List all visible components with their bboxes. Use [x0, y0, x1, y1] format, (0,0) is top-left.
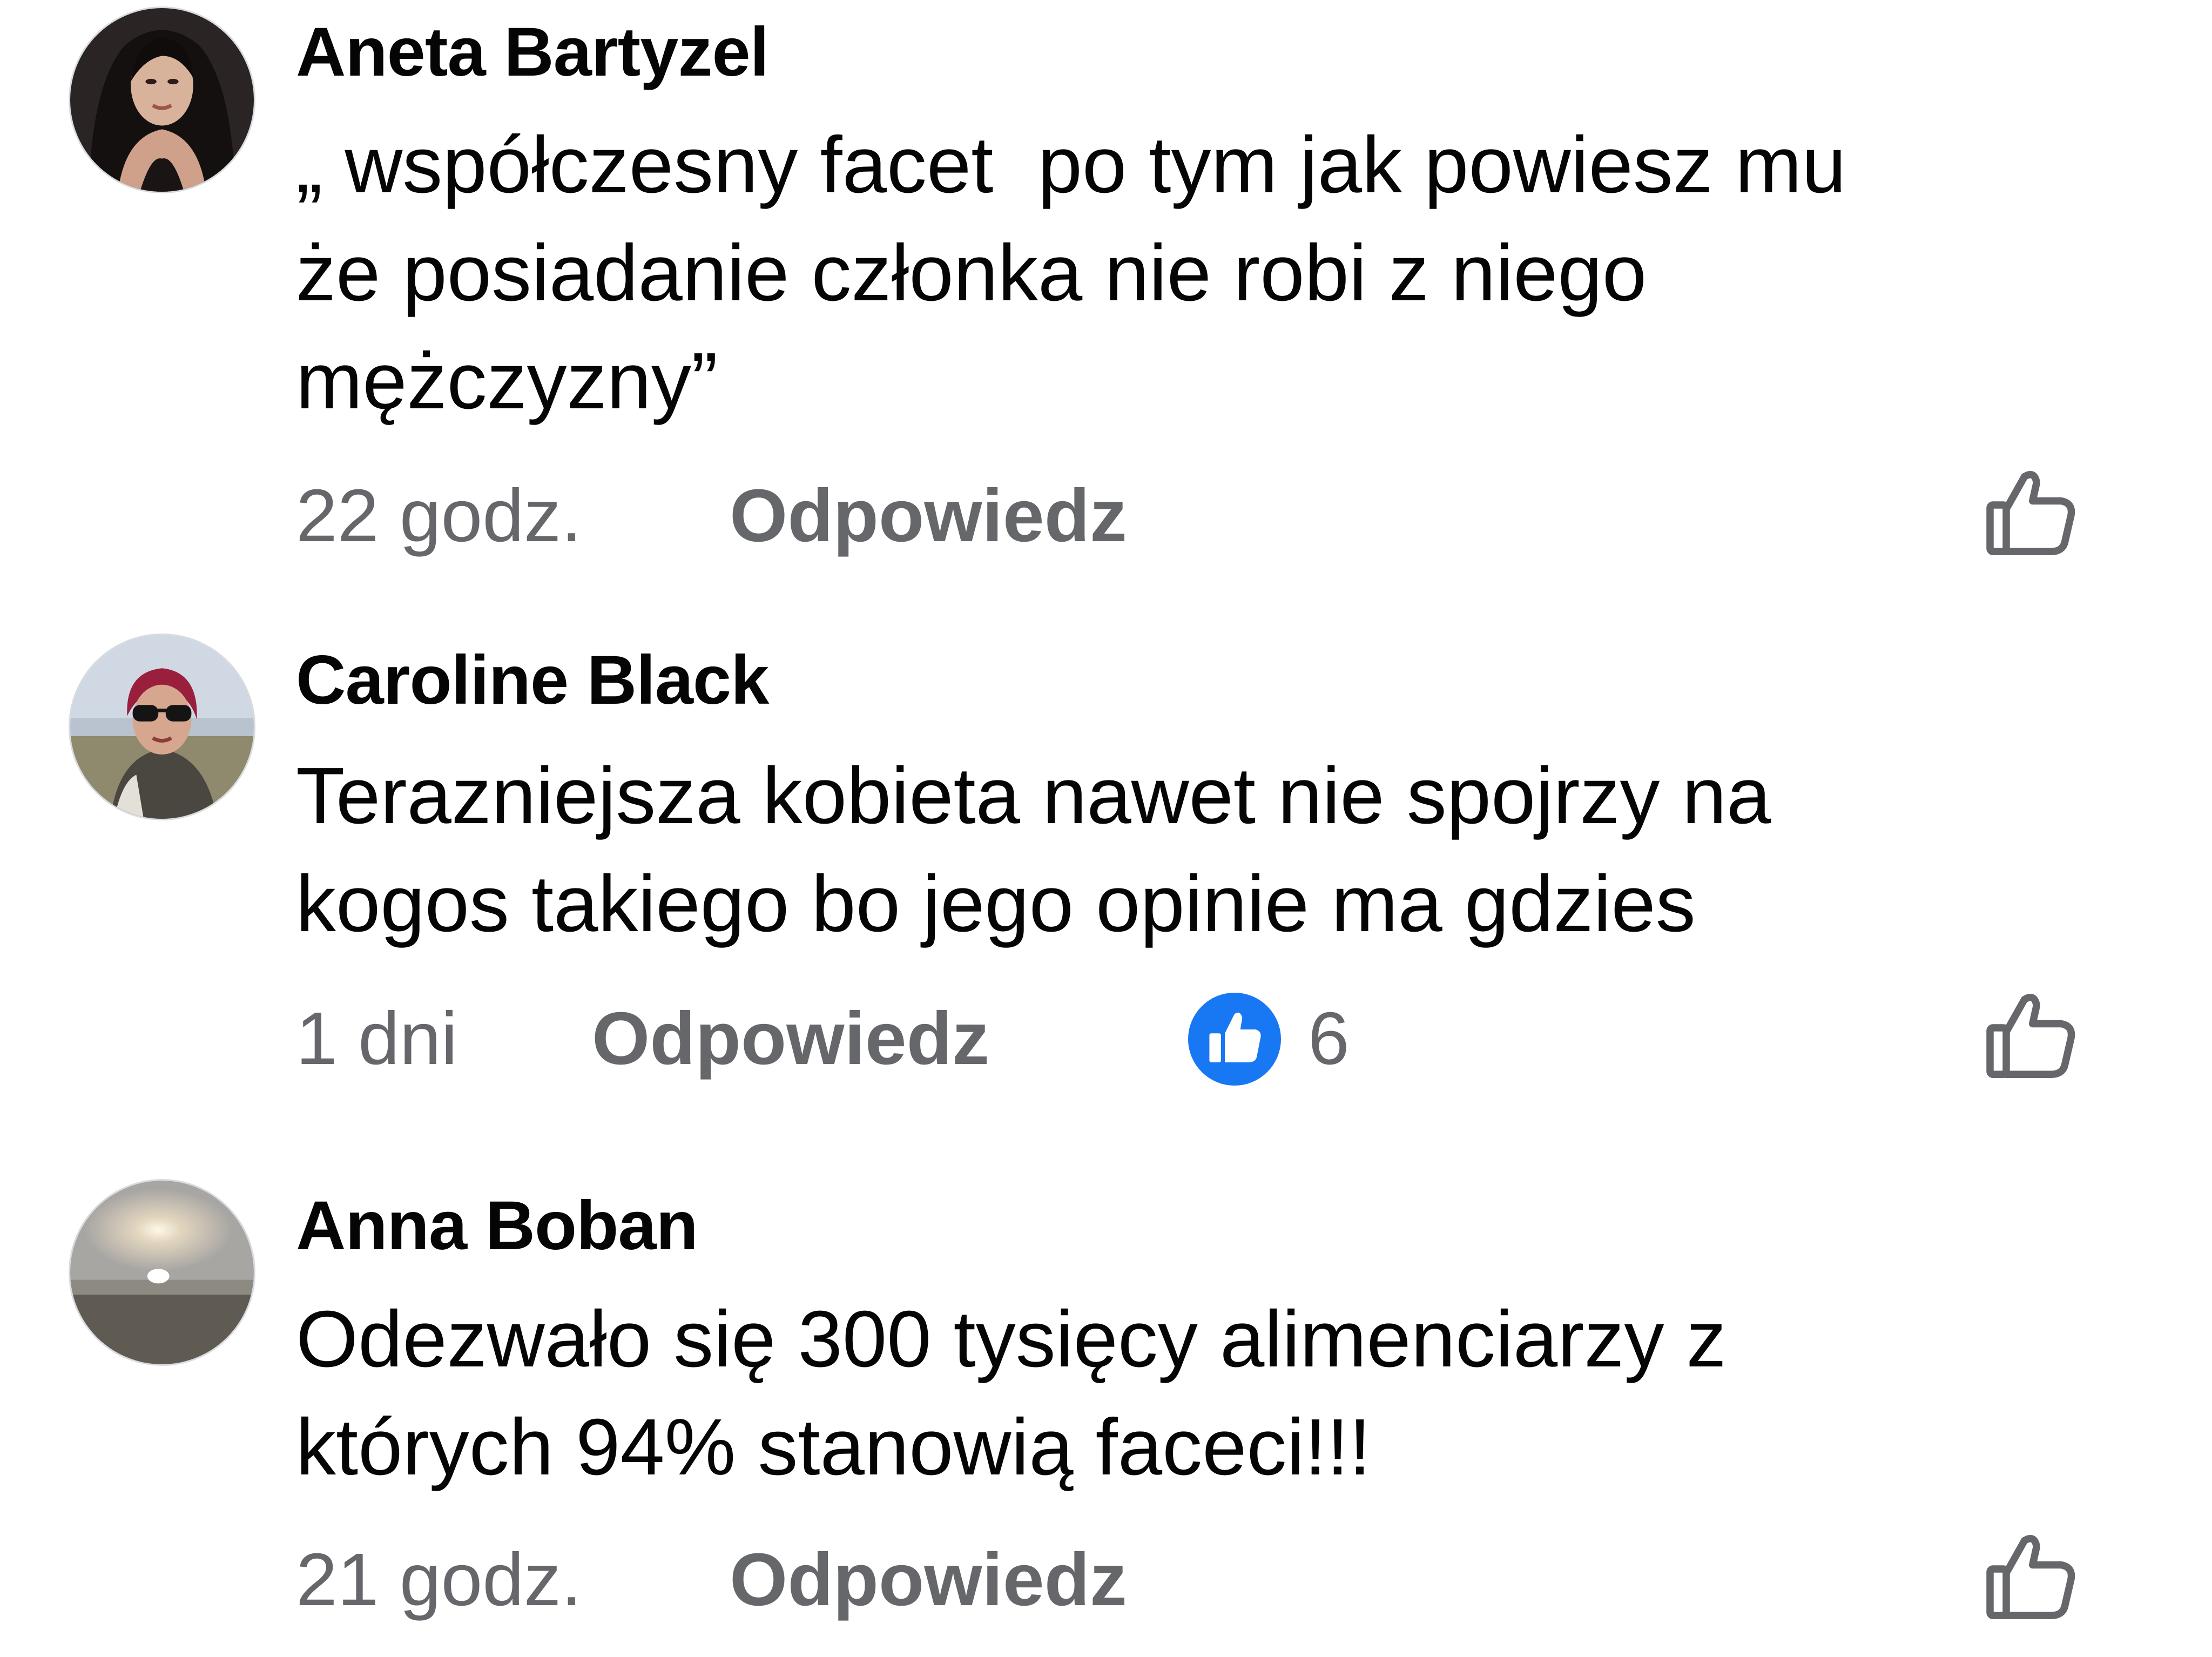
reply-button[interactable]: Odpowiedz [730, 1526, 1127, 1634]
comment-text: „ współczesny facet po tym jak powiesz m… [296, 120, 1846, 426]
thumbs-up-outline-icon[interactable] [1982, 987, 2079, 1085]
avatar[interactable] [69, 1179, 255, 1366]
comment-author[interactable]: Caroline Black [296, 640, 769, 721]
comment-actions: 22 godz. Odpowiedz [296, 462, 2132, 570]
comment-author[interactable]: Aneta Bartyzel [296, 12, 769, 93]
comment-timestamp[interactable]: 22 godz. [296, 462, 582, 570]
avatar[interactable] [69, 634, 255, 820]
thumbs-up-outline-icon[interactable] [1982, 464, 2079, 562]
reply-button[interactable]: Odpowiedz [592, 985, 989, 1093]
avatar[interactable] [69, 6, 255, 193]
comment-text: Odezwało się 300 tysięcy alimenciarzy z … [296, 1295, 1727, 1492]
comment-actions: 21 godz. Odpowiedz [296, 1526, 2132, 1634]
comment-text: Terazniejsza kobieta nawet nie spojrzy n… [296, 751, 1771, 948]
reaction-count: 6 [1308, 997, 1350, 1080]
reply-button[interactable]: Odpowiedz [730, 462, 1127, 570]
comment-timestamp[interactable]: 21 godz. [296, 1526, 582, 1634]
comment-actions: 1 dni Odpowiedz 6 [296, 985, 2132, 1093]
comment-author[interactable]: Anna Boban [296, 1186, 698, 1267]
like-reaction-icon [1188, 993, 1281, 1086]
thumbs-up-outline-icon[interactable] [1982, 1528, 2079, 1626]
comment-list: Aneta Bartyzel „ współczesny facet po ty… [0, 0, 2212, 1657]
comment-timestamp[interactable]: 1 dni [296, 985, 457, 1093]
